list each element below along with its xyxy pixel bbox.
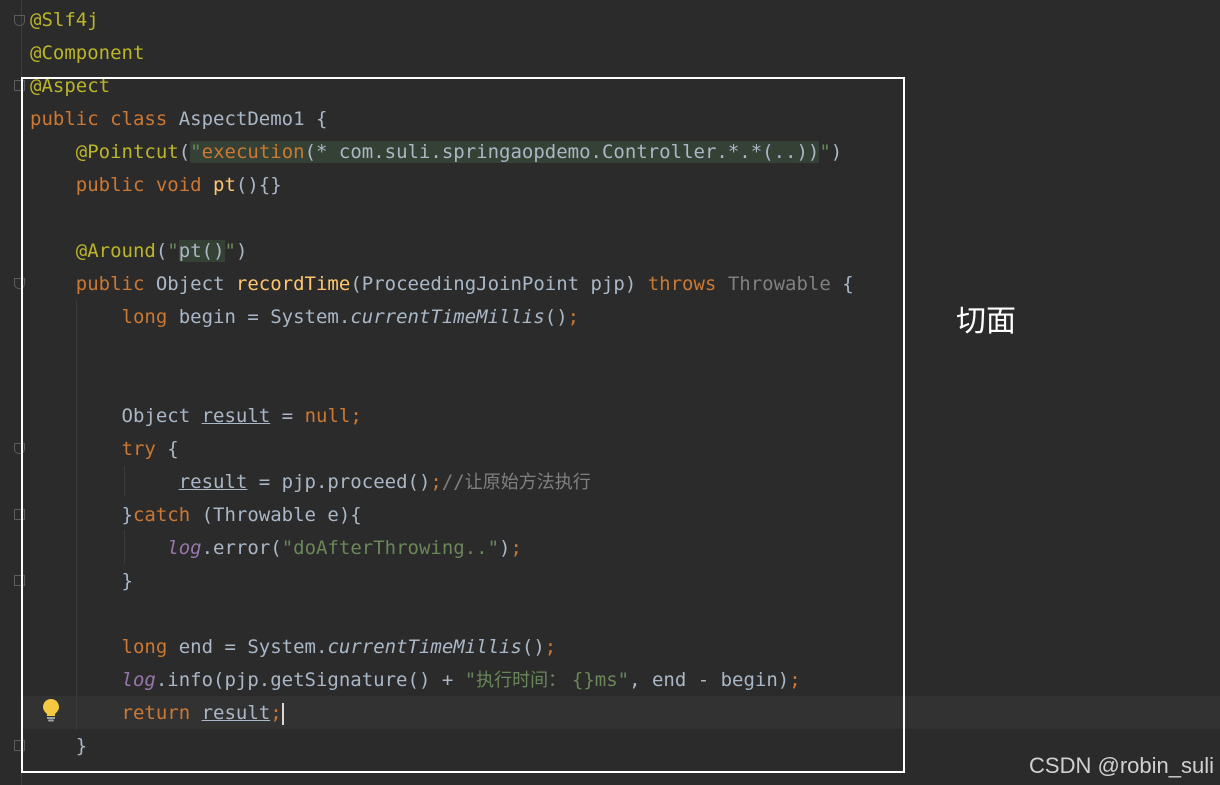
- code-token: long: [30, 636, 179, 658]
- code-line[interactable]: @Around("pt()"): [30, 235, 247, 268]
- code-token: ;: [567, 306, 580, 328]
- code-token: end = System.: [178, 636, 328, 658]
- code-token: begin = System.: [178, 306, 351, 328]
- code-token: .error(: [201, 537, 282, 559]
- code-token: public: [30, 273, 156, 295]
- code-token: ;: [789, 669, 801, 691]
- code-line[interactable]: }: [30, 730, 87, 763]
- code-token: Throwable: [727, 273, 831, 295]
- code-line[interactable]: }catch (Throwable e){: [30, 499, 362, 532]
- code-line[interactable]: log.info(pjp.getSignature() + "执行时间： {}m…: [30, 664, 801, 697]
- code-line[interactable]: @Aspect: [30, 70, 110, 103]
- code-line[interactable]: @Pointcut("execution(* com.suli.springao…: [30, 136, 842, 169]
- code-line[interactable]: public void pt(){}: [30, 169, 282, 202]
- code-token: 执行时间：: [476, 670, 572, 691]
- code-token: = pjp.proceed(): [247, 471, 431, 493]
- code-token: ": [224, 240, 236, 262]
- watermark: CSDN @robin_suli: [1029, 753, 1214, 778]
- code-token: (: [178, 141, 191, 163]
- code-line[interactable]: return result;: [30, 697, 284, 730]
- code-line[interactable]: long begin = System.currentTimeMillis();: [30, 301, 580, 334]
- code-token: {: [830, 273, 854, 295]
- code-token: log: [167, 537, 202, 559]
- code-token: @Slf4j: [30, 9, 99, 31]
- code-token: (){}: [235, 174, 282, 196]
- code-token: @Pointcut: [30, 141, 179, 163]
- code-token: throws: [647, 273, 728, 295]
- code-token: execution: [201, 141, 305, 163]
- code-token: Object: [30, 405, 202, 427]
- code-token: @Aspect: [30, 75, 111, 97]
- code-token: //: [441, 471, 465, 493]
- code-token: ": [167, 240, 179, 262]
- code-token: currentTimeMillis: [350, 306, 545, 328]
- code-token: @Around: [30, 240, 156, 262]
- code-line[interactable]: try {: [30, 433, 179, 466]
- code-token: AspectDemo1 {: [178, 108, 328, 130]
- code-token: public class: [30, 108, 179, 130]
- code-token: , end - begin): [629, 669, 790, 691]
- code-token: (: [155, 240, 168, 262]
- code-token: try: [30, 438, 168, 460]
- code-token: long: [30, 306, 179, 328]
- code-editor[interactable]: @Slf4j @Component @Aspect public class Aspe…: [0, 0, 1220, 785]
- code-token: }: [30, 735, 88, 757]
- code-token: "doAfterThrowing..": [281, 537, 500, 559]
- code-token: pt(): [178, 240, 225, 262]
- code-token: ;: [510, 537, 522, 559]
- code-token: Object: [155, 273, 236, 295]
- code-token: .info(pjp.getSignature() +: [155, 669, 465, 691]
- code-line[interactable]: @Component: [30, 37, 144, 70]
- code-token: (* com.suli.springaopdemo.Controller.*.*…: [304, 141, 820, 163]
- code-line[interactable]: public Object recordTime(ProceedingJoinP…: [30, 268, 854, 301]
- code-token: result: [201, 405, 271, 427]
- code-token: ;: [270, 702, 282, 724]
- code-token: ": [819, 141, 831, 163]
- code-token: (): [544, 306, 568, 328]
- code-line[interactable]: }: [30, 565, 133, 598]
- code-token: (ProceedingJoinPoint pjp): [350, 273, 648, 295]
- code-line[interactable]: result = pjp.proceed();//让原始方法执行: [30, 466, 591, 499]
- code-token: {: [167, 438, 179, 460]
- code-token: ): [830, 141, 843, 163]
- code-line[interactable]: public class AspectDemo1 {: [30, 103, 327, 136]
- code-token: ;: [544, 636, 557, 658]
- code-line[interactable]: long end = System.currentTimeMillis();: [30, 631, 557, 664]
- text-caret: [281, 702, 284, 725]
- code-token: result: [201, 702, 271, 724]
- code-token: =: [270, 405, 305, 427]
- code-token: @Component: [30, 42, 145, 64]
- code-token: ;: [430, 471, 442, 493]
- code-token: log: [121, 669, 156, 691]
- code-token: }: [30, 504, 133, 526]
- code-token: public void: [30, 174, 214, 196]
- code-token: (): [521, 636, 545, 658]
- code-token: 让原始方法执行: [464, 472, 591, 493]
- code-token: ": [190, 141, 202, 163]
- code-line[interactable]: Object result = null;: [30, 400, 362, 433]
- code-token: null;: [304, 405, 362, 427]
- code-token: {}ms": [571, 669, 630, 691]
- code-token: currentTimeMillis: [327, 636, 522, 658]
- code-line[interactable]: @Slf4j: [30, 4, 99, 37]
- code-token: ): [235, 240, 248, 262]
- code-token: }: [30, 570, 133, 592]
- code-token: catch: [132, 504, 202, 526]
- code-token: pt: [213, 174, 236, 196]
- code-token: (Throwable e){: [201, 504, 362, 526]
- code-line[interactable]: log.error("doAfterThrowing..");: [30, 532, 522, 565]
- code-token: recordTime: [235, 273, 351, 295]
- aspect-label: 切面: [956, 304, 1016, 339]
- lightbulb-icon[interactable]: [42, 698, 60, 722]
- code-token: ): [499, 537, 511, 559]
- code-token: ": [464, 669, 477, 691]
- code-token: result: [178, 471, 248, 493]
